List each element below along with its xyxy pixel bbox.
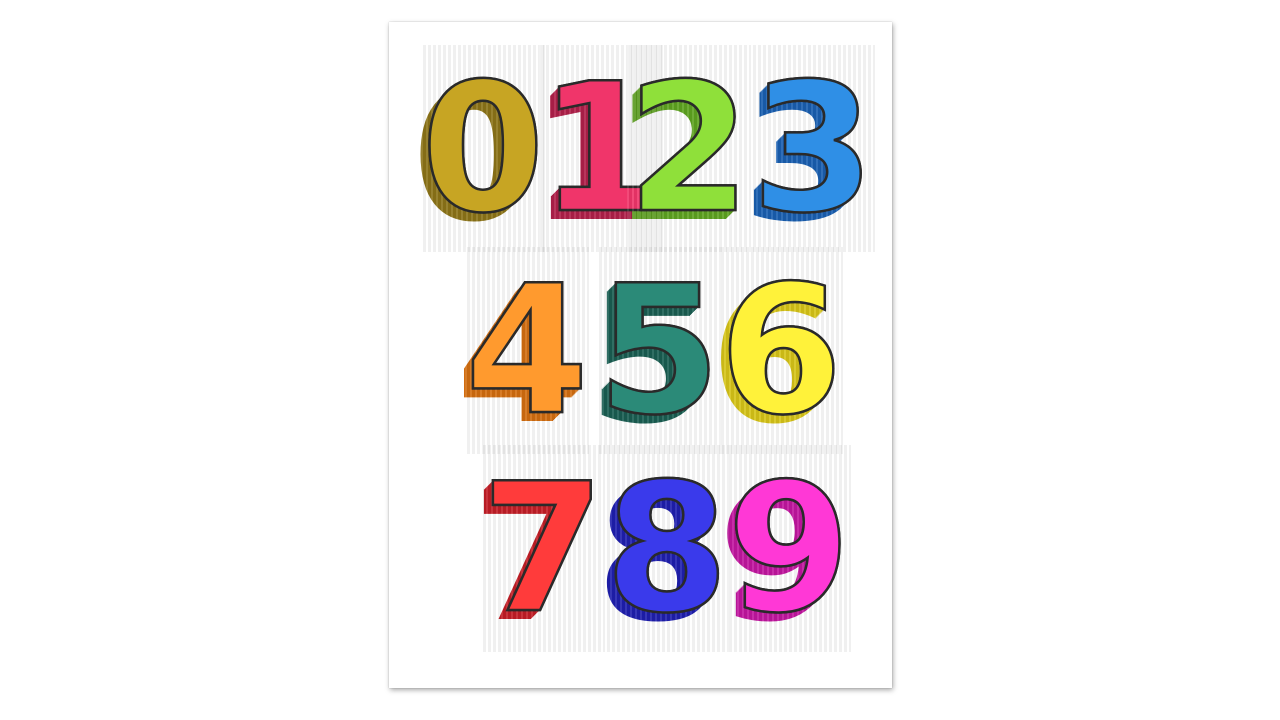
canvas: 0 0 1 1 2 2 3 3 4 4 5 5 6 6 7 (0, 0, 1280, 720)
digit-two: 2 2 (626, 45, 752, 252)
digit-two-face: 2 (626, 45, 752, 252)
digit-zero-face: 0 (420, 45, 546, 252)
digit-seven: 7 7 (480, 445, 606, 652)
digit-four-face: 4 (464, 247, 590, 454)
digit-eight: 8 8 (604, 445, 730, 652)
digit-four: 4 4 (464, 247, 590, 454)
digit-eight-face: 8 (604, 445, 730, 652)
digit-nine: 9 9 (726, 445, 852, 652)
digit-five: 5 5 (596, 247, 722, 454)
digit-five-face: 5 (596, 247, 722, 454)
digit-three: 3 3 (750, 45, 876, 252)
paper-sheet: 0 0 1 1 2 2 3 3 4 4 5 5 6 6 7 (389, 22, 892, 688)
digit-three-face: 3 (750, 45, 876, 252)
digit-six-face: 6 (718, 247, 844, 454)
digit-six: 6 6 (718, 247, 844, 454)
digit-zero: 0 0 (420, 45, 546, 252)
digit-seven-face: 7 (480, 445, 606, 652)
digit-nine-face: 9 (726, 445, 852, 652)
